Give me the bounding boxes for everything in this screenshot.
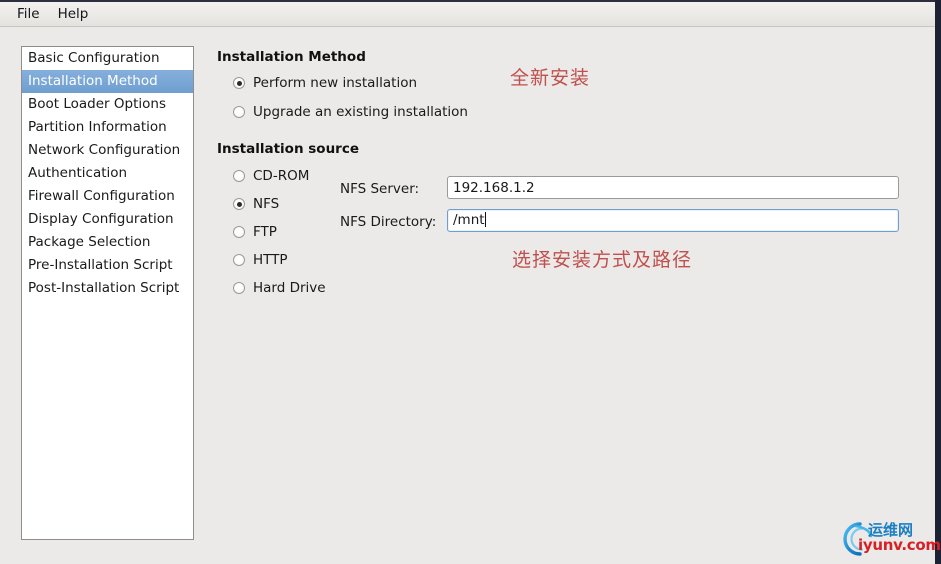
radio-button-icon[interactable] (233, 106, 245, 118)
radio-label: CD-ROM (253, 168, 310, 184)
annotation-new-install: 全新安装 (510, 67, 591, 89)
radio-button-icon[interactable] (233, 77, 245, 89)
radio-label: NFS (253, 196, 280, 212)
annotation-source-and-path: 选择安装方式及路径 (512, 249, 693, 271)
radio-button-icon[interactable] (233, 226, 245, 238)
sidebar-item-firewall-configuration[interactable]: Firewall Configuration (22, 185, 193, 208)
nfs-directory-label: NFS Directory: (340, 214, 437, 230)
radio-button-icon[interactable] (233, 170, 245, 182)
sidebar-item-package-selection[interactable]: Package Selection (22, 231, 193, 254)
radio-label: HTTP (253, 252, 288, 268)
sidebar-item-network-configuration[interactable]: Network Configuration (22, 139, 193, 162)
radio-source-hard-drive[interactable]: Hard Drive (233, 280, 326, 296)
site-watermark: 运维网 iyunv.com (836, 519, 941, 559)
installation-method-heading: Installation Method (217, 49, 366, 65)
radio-label: Upgrade an existing installation (253, 104, 468, 120)
sidebar-item-installation-method[interactable]: Installation Method (22, 70, 193, 93)
watermark-domain-text: iyunv.com (858, 536, 941, 554)
sidebar-item-boot-loader-options[interactable]: Boot Loader Options (22, 93, 193, 116)
menu-bar: File Help (0, 0, 935, 27)
sidebar-item-authentication[interactable]: Authentication (22, 162, 193, 185)
menu-help[interactable]: Help (50, 4, 99, 25)
radio-button-icon[interactable] (233, 254, 245, 266)
nfs-directory-input[interactable]: /mnt (447, 209, 899, 232)
menu-file[interactable]: File (9, 4, 50, 25)
sidebar-item-partition-information[interactable]: Partition Information (22, 116, 193, 139)
radio-perform-new-installation[interactable]: Perform new installation (233, 75, 417, 91)
configuration-section-list[interactable]: Basic Configuration Installation Method … (21, 46, 194, 540)
sidebar-item-basic-configuration[interactable]: Basic Configuration (22, 47, 193, 70)
radio-button-icon[interactable] (233, 282, 245, 294)
sidebar-item-pre-installation-script[interactable]: Pre-Installation Script (22, 254, 193, 277)
nfs-server-input[interactable] (447, 176, 899, 199)
nfs-server-label: NFS Server: (340, 181, 420, 197)
radio-source-cdrom[interactable]: CD-ROM (233, 168, 309, 184)
radio-button-icon[interactable] (233, 198, 245, 210)
nfs-directory-value: /mnt (453, 212, 485, 228)
sidebar-item-post-installation-script[interactable]: Post-Installation Script (22, 277, 193, 300)
radio-label: Hard Drive (253, 280, 326, 296)
text-cursor (484, 212, 486, 227)
installation-source-heading: Installation source (217, 141, 360, 157)
application-window: File Help Basic Configuration Installati… (0, 0, 941, 564)
radio-upgrade-existing-installation[interactable]: Upgrade an existing installation (233, 104, 468, 120)
radio-source-nfs[interactable]: NFS (233, 196, 279, 212)
radio-source-http[interactable]: HTTP (233, 252, 288, 268)
sidebar-item-display-configuration[interactable]: Display Configuration (22, 208, 193, 231)
radio-label: Perform new installation (253, 75, 418, 91)
radio-source-ftp[interactable]: FTP (233, 224, 277, 240)
radio-label: FTP (253, 224, 277, 240)
